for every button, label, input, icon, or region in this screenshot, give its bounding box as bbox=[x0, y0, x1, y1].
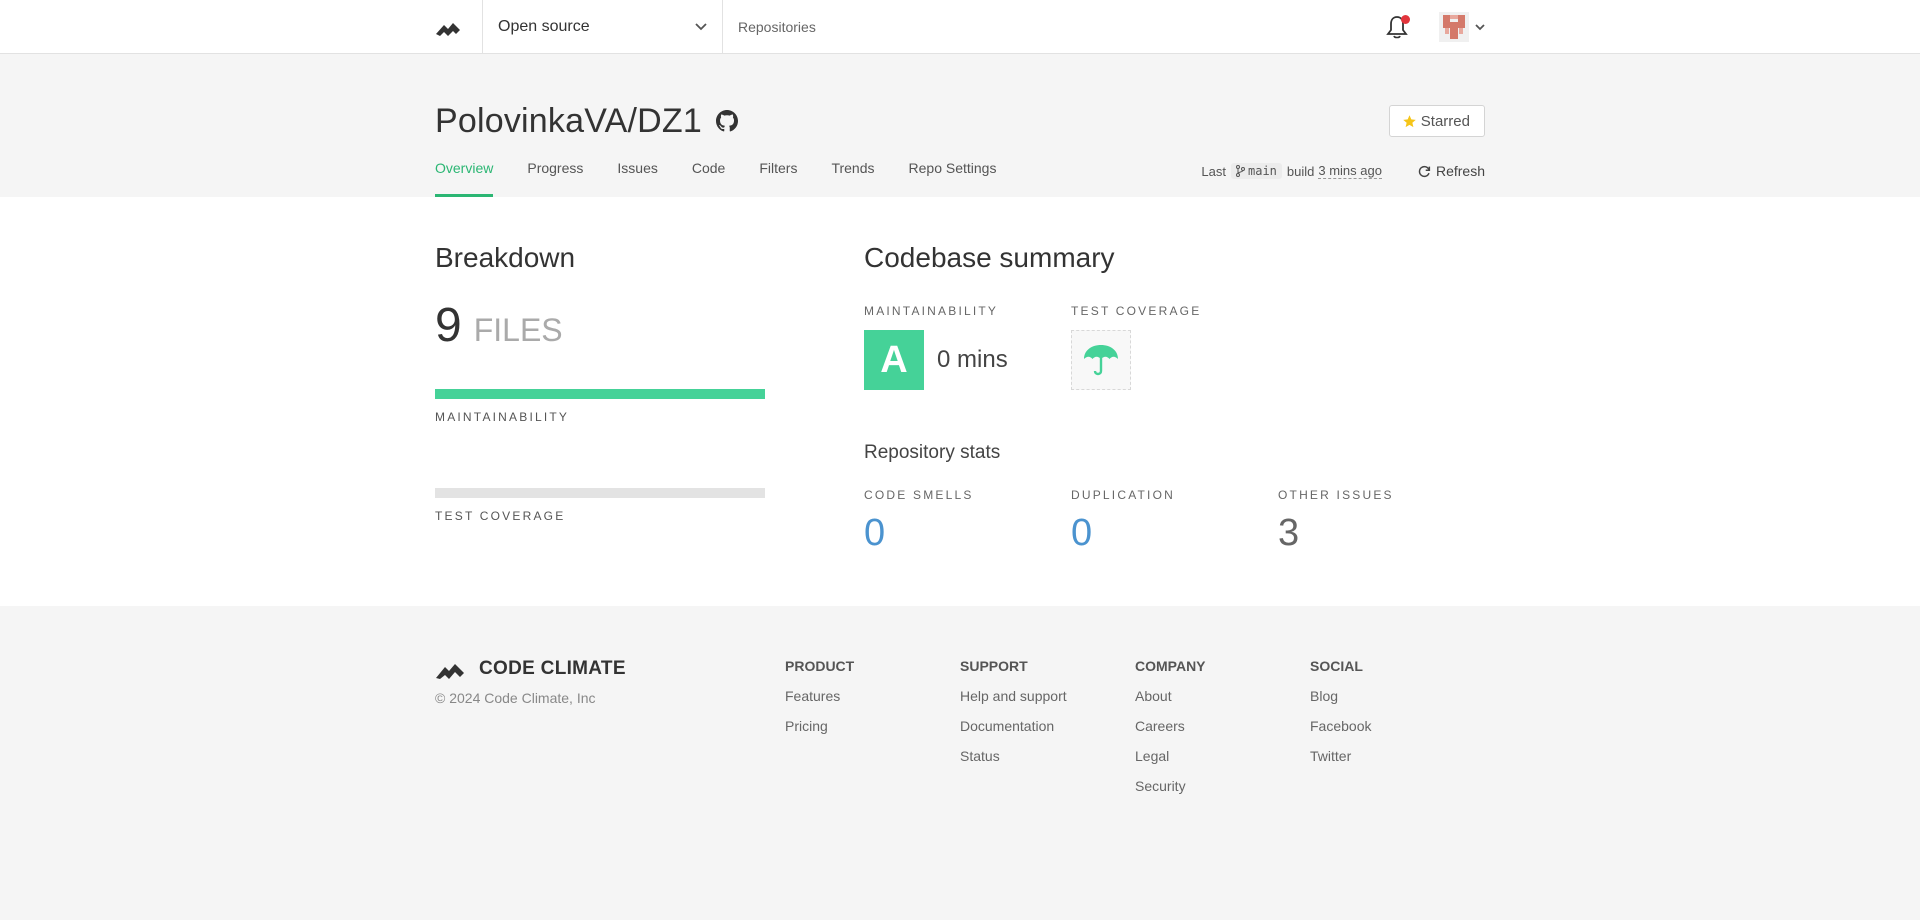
stat-label: DUPLICATION bbox=[1071, 488, 1175, 502]
stat-label: OTHER ISSUES bbox=[1278, 488, 1394, 502]
stat-value: 3 bbox=[1278, 512, 1300, 554]
codebase-summary-title: Codebase summary bbox=[864, 242, 1115, 273]
maintainability-bar[interactable] bbox=[435, 389, 765, 399]
star-icon bbox=[1403, 114, 1416, 127]
notification-badge bbox=[1401, 15, 1410, 24]
tab-progress[interactable]: Progress bbox=[527, 160, 583, 197]
maintainability-bar-label: MAINTAINABILITY bbox=[435, 410, 570, 424]
branch-chip: main bbox=[1231, 163, 1282, 179]
footer-col-title: COMPANY bbox=[1135, 658, 1206, 674]
build-time[interactable]: 3 mins ago bbox=[1318, 163, 1382, 179]
breakdown-title: Breakdown bbox=[435, 242, 576, 273]
branch-icon bbox=[1236, 165, 1245, 177]
chevron-down-icon bbox=[695, 23, 707, 31]
codeclimate-logo-icon[interactable] bbox=[435, 0, 483, 54]
footer-link-legal[interactable]: Legal bbox=[1135, 748, 1310, 766]
file-count-value: 9 bbox=[435, 299, 462, 352]
tab-code[interactable]: Code bbox=[692, 160, 725, 197]
footer-col-title: SOCIAL bbox=[1310, 658, 1363, 674]
stat-label: CODE SMELLS bbox=[864, 488, 974, 502]
chevron-down-icon bbox=[1475, 23, 1485, 30]
starred-button[interactable]: Starred bbox=[1388, 105, 1485, 137]
footer-link-about[interactable]: About bbox=[1135, 688, 1310, 706]
footer-link-pricing[interactable]: Pricing bbox=[785, 718, 960, 736]
codebase-summary-section: Codebase summary MAINTAINABILITY A 0 min… bbox=[864, 197, 1485, 555]
top-navigation: Open source Repositories bbox=[0, 0, 1920, 54]
organization-select[interactable]: Open source bbox=[483, 0, 723, 54]
avatar bbox=[1439, 12, 1469, 42]
test-coverage-setup[interactable] bbox=[1071, 330, 1131, 390]
repo-header: PolovinkaVA/DZ1 Starred Overview Progres… bbox=[0, 54, 1920, 197]
footer-link-features[interactable]: Features bbox=[785, 688, 960, 706]
refresh-label: Refresh bbox=[1435, 163, 1485, 179]
branch-name: main bbox=[1248, 164, 1277, 178]
refresh-button[interactable]: Refresh bbox=[1418, 163, 1485, 179]
breakdown-section: Breakdown 9 FILES MAINTAINABILITY TEST C… bbox=[435, 197, 864, 555]
tab-trends[interactable]: Trends bbox=[831, 160, 874, 197]
build-mid: build bbox=[1286, 163, 1315, 179]
maintainability-summary: MAINTAINABILITY A 0 mins bbox=[864, 304, 1071, 390]
stat-value[interactable]: 0 bbox=[864, 512, 1071, 555]
tab-overview[interactable]: Overview bbox=[435, 160, 494, 197]
maintainability-grade[interactable]: A bbox=[864, 330, 924, 390]
starred-label: Starred bbox=[1420, 112, 1470, 130]
footer-link-status[interactable]: Status bbox=[960, 748, 1135, 766]
umbrella-icon bbox=[1084, 345, 1118, 376]
footer-col-company: COMPANY About Careers Legal Security bbox=[1135, 658, 1310, 808]
test-coverage-summary: TEST COVERAGE bbox=[1071, 304, 1278, 390]
stat-other-issues: OTHER ISSUES 3 bbox=[1278, 488, 1485, 555]
stat-value[interactable]: 0 bbox=[1071, 512, 1278, 555]
refresh-icon bbox=[1418, 165, 1431, 177]
file-count-unit: FILES bbox=[473, 312, 563, 348]
footer-link-documentation[interactable]: Documentation bbox=[960, 718, 1135, 736]
footer-link-careers[interactable]: Careers bbox=[1135, 718, 1310, 736]
file-count: 9 FILES bbox=[435, 298, 864, 353]
brand-name: CODE CLIMATE bbox=[479, 658, 626, 679]
tab-filters[interactable]: Filters bbox=[759, 160, 797, 197]
footer: CODE CLIMATE © 2024 Code Climate, Inc PR… bbox=[0, 606, 1920, 920]
main-content: Breakdown 9 FILES MAINTAINABILITY TEST C… bbox=[0, 197, 1920, 606]
codeclimate-logo-icon bbox=[436, 664, 464, 679]
footer-col-title: PRODUCT bbox=[785, 658, 855, 674]
stat-code-smells: CODE SMELLS 0 bbox=[864, 488, 1071, 555]
footer-col-product: PRODUCT Features Pricing bbox=[785, 658, 960, 808]
footer-link-help[interactable]: Help and support bbox=[960, 688, 1135, 706]
copyright: © 2024 Code Climate, Inc bbox=[435, 690, 596, 706]
repository-stats: CODE SMELLS 0 DUPLICATION 0 OTHER ISSUES… bbox=[864, 488, 1485, 555]
organization-label: Open source bbox=[498, 18, 590, 35]
footer-link-twitter[interactable]: Twitter bbox=[1310, 748, 1485, 766]
tab-repo-settings[interactable]: Repo Settings bbox=[909, 160, 997, 197]
github-icon[interactable] bbox=[715, 110, 738, 132]
repo-tabs: Overview Progress Issues Code Filters Tr… bbox=[435, 148, 1485, 197]
user-menu[interactable] bbox=[1439, 0, 1485, 54]
maintainability-label: MAINTAINABILITY bbox=[864, 304, 999, 318]
stat-duplication: DUPLICATION 0 bbox=[1071, 488, 1278, 555]
repositories-link[interactable]: Repositories bbox=[723, 0, 831, 54]
technical-debt[interactable]: 0 mins bbox=[937, 346, 1008, 374]
footer-link-blog[interactable]: Blog bbox=[1310, 688, 1485, 706]
repo-title: PolovinkaVA/DZ1 bbox=[435, 101, 702, 140]
footer-link-security[interactable]: Security bbox=[1135, 778, 1310, 796]
footer-col-support: SUPPORT Help and support Documentation S… bbox=[960, 658, 1135, 808]
build-info: Last main build 3 mins ago Refresh bbox=[1201, 163, 1485, 179]
build-prefix: Last bbox=[1201, 163, 1226, 179]
test-coverage-bar[interactable] bbox=[435, 488, 765, 498]
test-coverage-label: TEST COVERAGE bbox=[1071, 304, 1202, 318]
repository-stats-title: Repository stats bbox=[864, 442, 1001, 463]
footer-link-facebook[interactable]: Facebook bbox=[1310, 718, 1485, 736]
tab-issues[interactable]: Issues bbox=[617, 160, 657, 197]
footer-col-social: SOCIAL Blog Facebook Twitter bbox=[1310, 658, 1485, 808]
footer-brand: CODE CLIMATE © 2024 Code Climate, Inc bbox=[435, 658, 785, 808]
notifications-button[interactable] bbox=[1377, 0, 1417, 54]
footer-col-title: SUPPORT bbox=[960, 658, 1028, 674]
test-coverage-bar-label: TEST COVERAGE bbox=[435, 509, 566, 523]
